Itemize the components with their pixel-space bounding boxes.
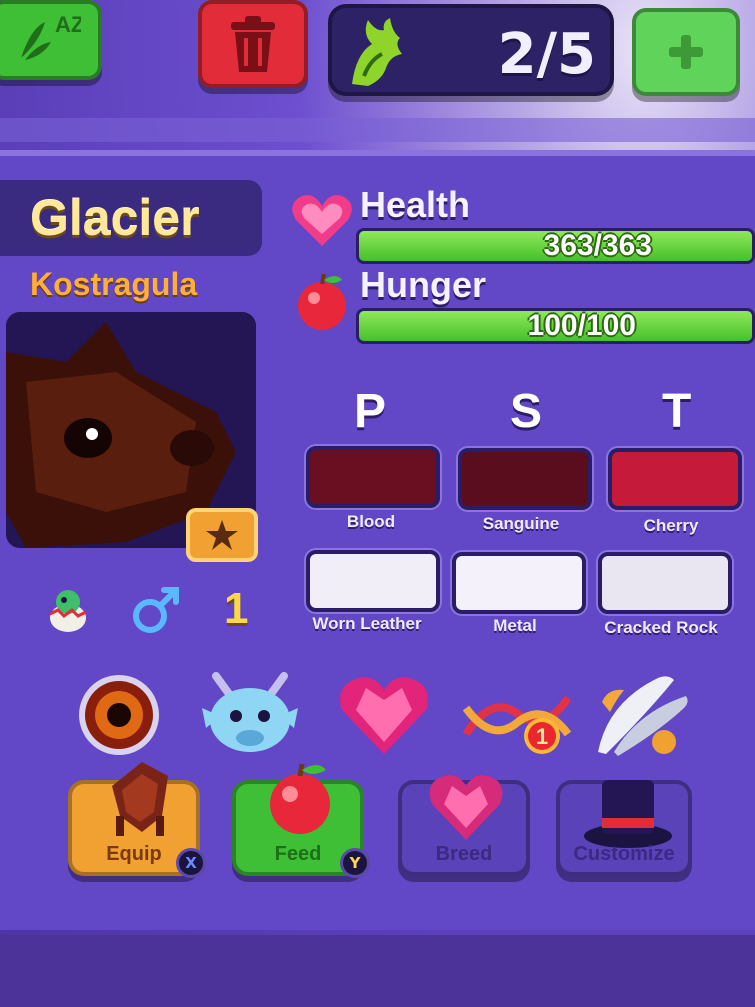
top-bar: AZ 2/5 — [0, 0, 755, 112]
breed-heart-icon — [429, 775, 503, 840]
saddle-icon — [112, 762, 168, 836]
add-slot-button[interactable] — [632, 8, 740, 96]
equip-key-hint: X — [176, 848, 206, 878]
customize-label: Customize — [573, 843, 675, 865]
trash-icon — [231, 16, 275, 72]
pet-species: Kostragula — [30, 266, 198, 302]
apple-icon — [298, 273, 346, 330]
breed-button[interactable]: Breed — [398, 775, 530, 876]
health-bar: 363/363 — [356, 228, 755, 264]
equip-button[interactable]: Equip X — [68, 762, 206, 878]
heart-icon — [292, 195, 352, 246]
top-hat-icon — [584, 780, 672, 848]
top-divider — [0, 118, 755, 142]
health-label: Health — [360, 184, 471, 225]
feed-key-hint: Y — [340, 848, 370, 878]
primary-header: P — [354, 385, 387, 438]
hunger-bar: 100/100 — [356, 308, 755, 344]
dragon-face-icon[interactable] — [198, 672, 302, 758]
pet-level: 1 — [224, 584, 249, 633]
feathers-icon[interactable] — [588, 672, 692, 758]
primary-texture-label: Worn Leather — [312, 614, 422, 633]
secondary-color-label: Sanguine — [482, 514, 560, 533]
hatchling-icon — [49, 590, 87, 632]
tertiary-header: T — [662, 385, 692, 438]
secondary-texture-swatch[interactable] — [452, 552, 586, 614]
secondary-texture-label: Metal — [493, 616, 537, 635]
male-icon — [133, 587, 179, 633]
hunger-value: 100/100 — [527, 309, 636, 342]
breed-label: Breed — [435, 843, 493, 865]
svg-text:AZ: AZ — [55, 12, 81, 37]
dna-icon: 1 — [462, 695, 572, 754]
primary-texture-swatch[interactable] — [306, 550, 440, 612]
pet-name: Glacier — [30, 190, 200, 246]
dragon-head-icon — [352, 18, 402, 86]
primary-color-label: Blood — [346, 512, 396, 531]
star-icon — [206, 520, 238, 550]
hunger-label: Hunger — [360, 264, 486, 305]
tertiary-texture-label: Cracked Rock — [604, 618, 718, 637]
dna-ability[interactable]: 1 — [462, 684, 572, 756]
health-value: 363/363 — [543, 229, 652, 262]
favorite-star-button[interactable] — [186, 508, 258, 562]
pet-name-box: Glacier — [0, 180, 262, 256]
counter-text: 2/5 — [497, 22, 596, 87]
feed-apple-icon — [270, 763, 330, 834]
sort-az-button[interactable]: AZ — [0, 0, 102, 80]
primary-color-swatch[interactable] — [306, 446, 440, 508]
dna-badge: 1 — [536, 724, 548, 749]
secondary-color-swatch[interactable] — [458, 448, 592, 510]
customize-button[interactable]: Customize — [556, 780, 692, 876]
delete-button[interactable] — [198, 0, 308, 88]
feed-button[interactable]: Feed Y — [232, 763, 370, 878]
eye-icon[interactable] — [76, 672, 162, 758]
tertiary-color-swatch[interactable] — [608, 448, 742, 510]
pet-slot-counter: 2/5 — [328, 4, 614, 96]
bottom-strip — [0, 935, 755, 1007]
gem-heart-icon[interactable] — [336, 672, 432, 758]
plus-icon — [669, 35, 703, 69]
tertiary-texture-swatch[interactable] — [598, 552, 732, 614]
sort-az-icon: AZ — [21, 12, 81, 60]
secondary-header: S — [510, 385, 543, 438]
pet-info-row: 1 — [46, 582, 248, 636]
tertiary-color-label: Cherry — [643, 516, 699, 535]
